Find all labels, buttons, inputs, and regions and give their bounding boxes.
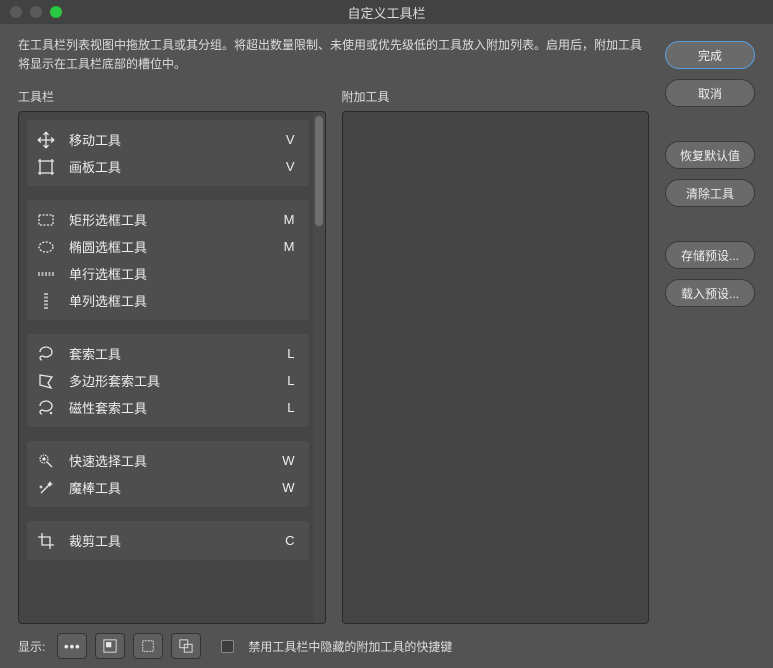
cancel-button[interactable]: 取消: [665, 79, 755, 107]
tool-name: 套索工具: [69, 344, 275, 363]
disable-shortcuts-checkbox[interactable]: [221, 640, 234, 653]
clear-tools-button[interactable]: 清除工具: [665, 179, 755, 207]
show-edit-button[interactable]: [95, 633, 125, 659]
tool-group[interactable]: 快速选择工具 W 魔棒工具 W: [27, 441, 309, 507]
content-area: 在工具栏列表视图中拖放工具或其分组。将超出数量限制、未使用或优先级低的工具放入附…: [0, 24, 773, 624]
tool-shortcut: V: [286, 159, 295, 174]
tool-shortcut: M: [284, 212, 295, 227]
marquee-icon: [141, 639, 155, 653]
tool-name: 磁性套索工具: [69, 398, 275, 417]
button-sidebar: 完成 取消 恢复默认值 清除工具 存储预设... 载入预设...: [665, 36, 755, 624]
tool-row[interactable]: 椭圆选框工具 M: [27, 233, 309, 260]
tool-name: 快速选择工具: [69, 451, 270, 470]
toolbar-scrollbar-thumb[interactable]: [315, 116, 323, 226]
tool-name: 画板工具: [69, 157, 274, 176]
extras-panel-label: 附加工具: [342, 88, 650, 105]
quick-select-icon: [35, 452, 57, 470]
tool-shortcut: V: [286, 132, 295, 147]
tool-group[interactable]: 裁剪工具 C: [27, 521, 309, 560]
tool-name: 单行选框工具: [69, 264, 283, 283]
tool-name: 椭圆选框工具: [69, 237, 272, 256]
crop-icon: [35, 532, 57, 550]
tool-row[interactable]: 裁剪工具 C: [27, 527, 309, 554]
extras-panel: 附加工具: [342, 88, 650, 624]
edit-mask-icon: [103, 639, 117, 653]
titlebar: 自定义工具栏: [0, 0, 773, 24]
artboard-icon: [35, 158, 57, 176]
tool-group[interactable]: 矩形选框工具M椭圆选框工具M单行选框工具单列选框工具: [27, 200, 309, 320]
tool-shortcut: W: [282, 453, 294, 468]
toolbar-scrollbar[interactable]: [313, 112, 325, 623]
tool-row[interactable]: 移动工具 V: [27, 126, 309, 153]
rect-marquee-icon: [35, 211, 57, 229]
tool-name: 移动工具: [69, 130, 274, 149]
tool-row[interactable]: 套索工具 L: [27, 340, 309, 367]
magic-wand-icon: [35, 479, 57, 497]
tool-row[interactable]: 单列选框工具: [27, 287, 309, 314]
tool-row[interactable]: 磁性套索工具 L: [27, 394, 309, 421]
overlap-icon: [179, 639, 193, 653]
tool-shortcut: L: [287, 400, 294, 415]
show-overlap-button[interactable]: [171, 633, 201, 659]
save-preset-button[interactable]: 存储预设...: [665, 241, 755, 269]
tool-group[interactable]: 移动工具 V 画板工具 V: [27, 120, 309, 186]
poly-lasso-icon: [35, 372, 57, 390]
tool-row[interactable]: 单行选框工具: [27, 260, 309, 287]
mag-lasso-icon: [35, 399, 57, 417]
extras-list[interactable]: [342, 111, 650, 624]
tool-name: 矩形选框工具: [69, 210, 272, 229]
tool-row[interactable]: 矩形选框工具 M: [27, 206, 309, 233]
main-column: 在工具栏列表视图中拖放工具或其分组。将超出数量限制、未使用或优先级低的工具放入附…: [18, 36, 649, 624]
toolbar-panel-label: 工具栏: [18, 88, 326, 105]
move-icon: [35, 131, 57, 149]
show-dots-button[interactable]: •••: [57, 633, 87, 659]
dots-icon: •••: [64, 639, 81, 654]
tool-row[interactable]: 快速选择工具 W: [27, 447, 309, 474]
tool-row[interactable]: 魔棒工具 W: [27, 474, 309, 501]
restore-defaults-button[interactable]: 恢复默认值: [665, 141, 755, 169]
lists-row: 工具栏 移动工具V画板工具V矩形选框工具M椭圆选框工具M单行选框工具单列选框工具…: [18, 88, 649, 624]
load-preset-button[interactable]: 载入预设...: [665, 279, 755, 307]
row-marquee-icon: [35, 265, 57, 283]
show-selection-button[interactable]: [133, 633, 163, 659]
tool-row[interactable]: 多边形套索工具 L: [27, 367, 309, 394]
tool-name: 单列选框工具: [69, 291, 283, 310]
bottom-bar: 显示: ••• 禁用工具栏中隐藏的附加工具的快捷键: [0, 624, 773, 668]
col-marquee-icon: [35, 292, 57, 310]
tool-shortcut: M: [284, 239, 295, 254]
window-title: 自定义工具栏: [0, 3, 773, 22]
tool-shortcut: L: [287, 346, 294, 361]
toolbar-list[interactable]: 移动工具V画板工具V矩形选框工具M椭圆选框工具M单行选框工具单列选框工具套索工具…: [18, 111, 326, 624]
tool-name: 魔棒工具: [69, 478, 270, 497]
done-button[interactable]: 完成: [665, 41, 755, 69]
tool-name: 裁剪工具: [69, 531, 273, 550]
show-label: 显示:: [18, 638, 45, 655]
tool-row[interactable]: 画板工具 V: [27, 153, 309, 180]
tool-name: 多边形套索工具: [69, 371, 275, 390]
tool-group[interactable]: 套索工具 L 多边形套索工具 L 磁性套索工具 L: [27, 334, 309, 427]
tool-shortcut: L: [287, 373, 294, 388]
disable-shortcuts-label: 禁用工具栏中隐藏的附加工具的快捷键: [248, 638, 452, 655]
description-text: 在工具栏列表视图中拖放工具或其分组。将超出数量限制、未使用或优先级低的工具放入附…: [18, 36, 649, 74]
tool-shortcut: W: [282, 480, 294, 495]
lasso-icon: [35, 345, 57, 363]
toolbar-panel: 工具栏 移动工具V画板工具V矩形选框工具M椭圆选框工具M单行选框工具单列选框工具…: [18, 88, 326, 624]
ellipse-marquee-icon: [35, 238, 57, 256]
tool-shortcut: C: [285, 533, 294, 548]
